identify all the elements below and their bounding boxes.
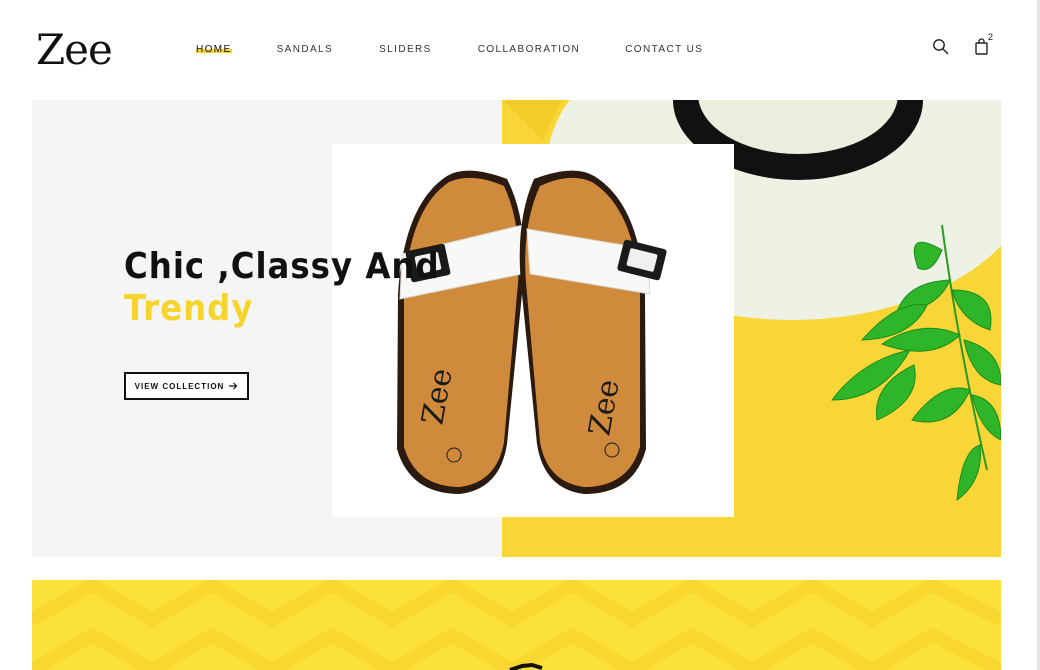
promo-banner bbox=[32, 580, 1001, 670]
hero-heading-line2: Trendy bbox=[124, 288, 254, 330]
zigzag-pattern bbox=[32, 580, 1001, 670]
nav-item-contact-us[interactable]: CONTACT US bbox=[625, 44, 703, 55]
search-icon[interactable] bbox=[932, 38, 952, 58]
nav-item-home[interactable]: HOME bbox=[196, 44, 232, 55]
logo[interactable]: Zee bbox=[36, 25, 132, 78]
nav-item-sandals[interactable]: SANDALS bbox=[277, 44, 334, 55]
main-nav: HOME SANDALS SLIDERS COLLABORATION CONTA… bbox=[196, 44, 703, 55]
cart-count-badge: 2 bbox=[988, 32, 994, 42]
header-icons: 2 bbox=[932, 32, 994, 58]
view-collection-label: VIEW COLLECTION bbox=[134, 381, 225, 391]
arrow-right-icon bbox=[229, 382, 238, 390]
logo-text: Zee bbox=[36, 25, 113, 74]
cart-button[interactable]: 2 bbox=[974, 32, 994, 58]
view-collection-button[interactable]: VIEW COLLECTION bbox=[124, 372, 249, 400]
nav-item-collaboration[interactable]: COLLABORATION bbox=[478, 44, 580, 55]
product-image[interactable]: Zee Zee bbox=[332, 144, 734, 517]
hero-heading-line1: Chic ,Classy And bbox=[124, 246, 440, 288]
hero-heading: Chic ,Classy And Trendy bbox=[124, 246, 440, 330]
hero-banner: Zee Zee Chic ,Classy And Trendy VIEW COL… bbox=[32, 100, 1001, 557]
nav-item-sliders[interactable]: SLIDERS bbox=[379, 44, 432, 55]
